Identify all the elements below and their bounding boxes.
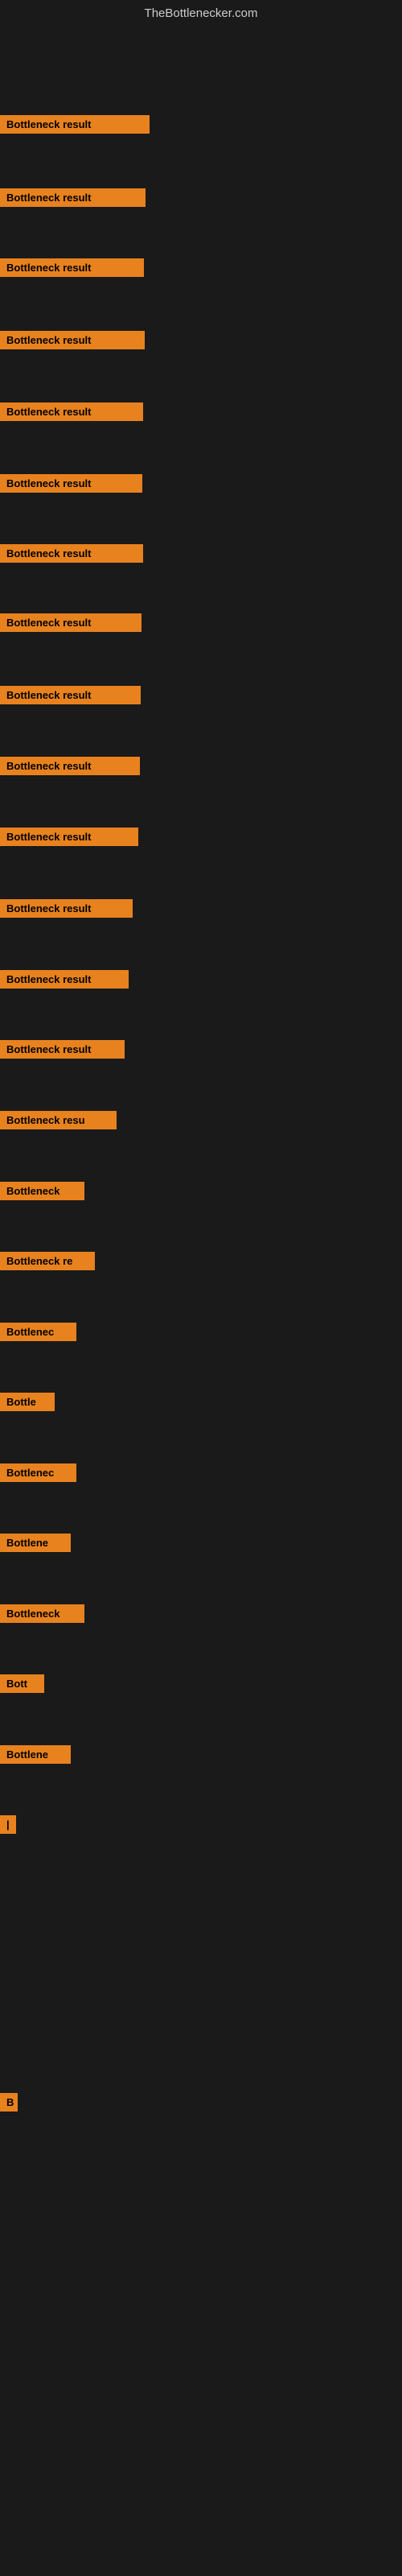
- bottleneck-result-item: Bottleneck result: [0, 331, 145, 349]
- bottleneck-result-item: Bottleneck result: [0, 402, 143, 421]
- bottleneck-result-item: Bottleneck result: [0, 757, 140, 775]
- bottleneck-result-item: Bottleneck result: [0, 474, 142, 493]
- bottleneck-result-item: Bottleneck result: [0, 613, 142, 632]
- bottleneck-result-item: Bottleneck result: [0, 970, 129, 989]
- bottleneck-result-item: Bottleneck result: [0, 899, 133, 918]
- bottleneck-result-item: Bottleneck: [0, 1604, 84, 1623]
- bottleneck-result-item: Bottleneck result: [0, 188, 146, 207]
- bottleneck-result-item: Bottleneck re: [0, 1252, 95, 1270]
- bottleneck-result-item: Bottleneck: [0, 1182, 84, 1200]
- bottleneck-result-item: Bottleneck result: [0, 544, 143, 563]
- bottleneck-result-item: Bottleneck result: [0, 115, 150, 134]
- bottleneck-result-item: Bottleneck result: [0, 1040, 125, 1059]
- bottleneck-result-item: Bottleneck result: [0, 258, 144, 277]
- bottleneck-result-item: Bottlene: [0, 1534, 71, 1552]
- bottleneck-result-item: Bottleneck result: [0, 828, 138, 846]
- bottleneck-result-item: Bottleneck resu: [0, 1111, 117, 1129]
- bottleneck-result-item: Bottlenec: [0, 1323, 76, 1341]
- site-header: TheBottlenecker.com: [0, 0, 402, 23]
- bottleneck-result-item: B: [0, 2093, 18, 2112]
- bottleneck-result-item: |: [0, 1815, 16, 1834]
- bottleneck-result-item: Bott: [0, 1674, 44, 1693]
- bottleneck-result-item: Bottlenec: [0, 1463, 76, 1482]
- bottleneck-result-item: Bottleneck result: [0, 686, 141, 704]
- bottleneck-result-item: Bottlene: [0, 1745, 71, 1764]
- bottleneck-result-item: Bottle: [0, 1393, 55, 1411]
